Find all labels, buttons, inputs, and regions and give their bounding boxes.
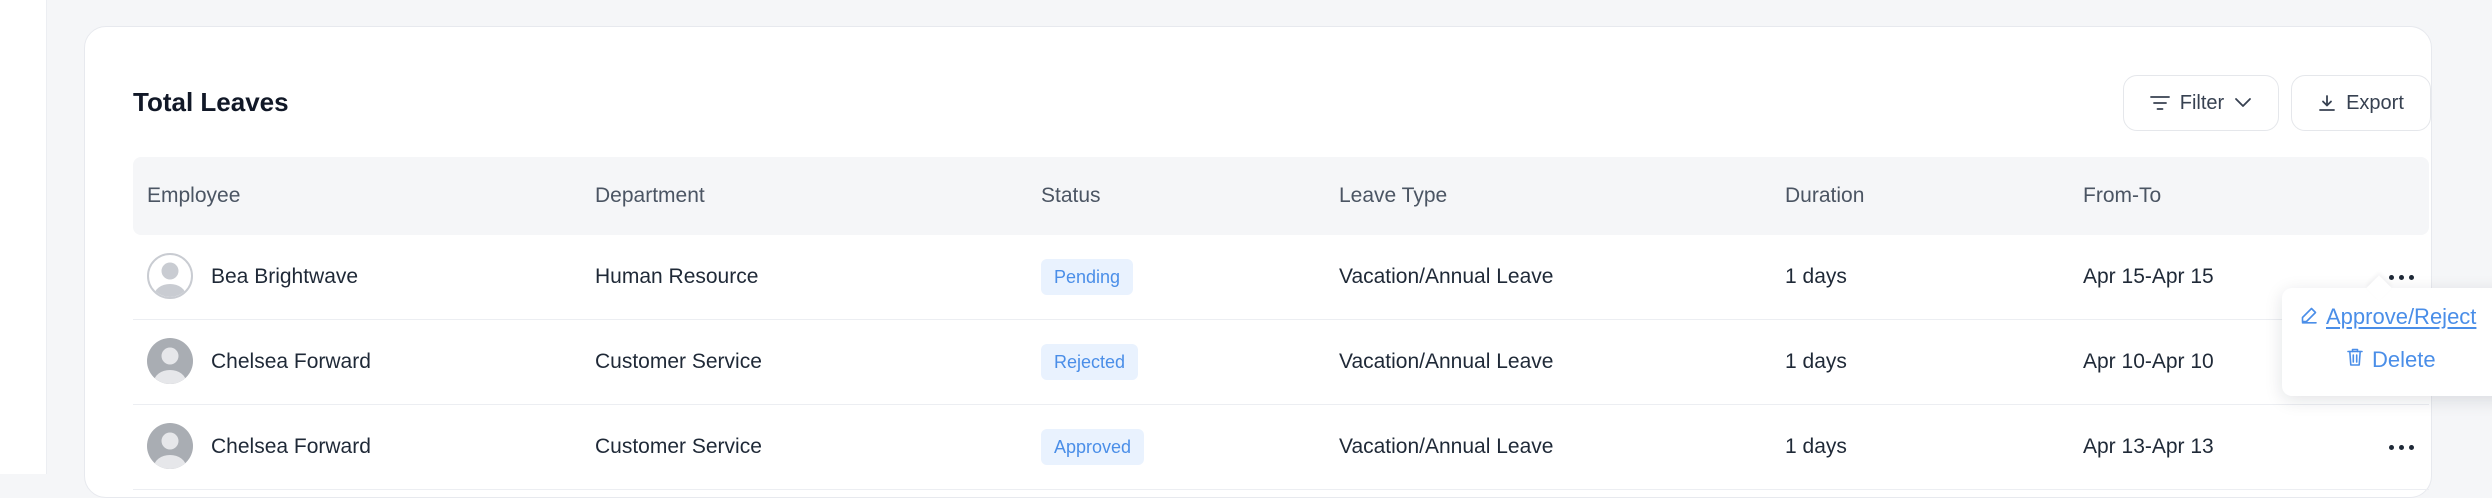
row-actions-popover: Approve/Reject Delete xyxy=(2282,275,2492,396)
table-header: Employee Department Status Leave Type Du… xyxy=(133,157,2429,235)
status-badge: Rejected xyxy=(1041,344,1139,380)
export-label: Export xyxy=(2346,91,2404,114)
col-duration[interactable]: Duration xyxy=(1785,185,1864,207)
filter-button[interactable]: Filter xyxy=(2123,75,2279,131)
col-department[interactable]: Department xyxy=(595,185,705,207)
table-row: Chelsea Forward Customer Service Approve… xyxy=(133,405,2429,490)
filter-lines-icon xyxy=(2149,95,2170,111)
avatar xyxy=(147,253,193,299)
department: Customer Service xyxy=(595,435,762,458)
filter-label: Filter xyxy=(2179,91,2225,114)
trash-icon xyxy=(2346,347,2364,373)
date-range: Apr 13-Apr 13 xyxy=(2083,435,2214,458)
table-row: Bea Brightwave Human Resource Pending Va… xyxy=(133,235,2429,320)
col-leave-type[interactable]: Leave Type xyxy=(1339,185,1447,207)
leave-type: Vacation/Annual Leave xyxy=(1339,435,1554,458)
date-range: Apr 10-Apr 10 xyxy=(2083,350,2214,373)
col-employee[interactable]: Employee xyxy=(147,185,240,207)
employee-name: Chelsea Forward xyxy=(211,435,371,458)
delete-label: Delete xyxy=(2372,347,2436,372)
card-title: Total Leaves xyxy=(133,87,289,117)
download-icon xyxy=(2318,94,2336,112)
avatar xyxy=(147,338,193,384)
pencil-icon xyxy=(2300,304,2318,330)
col-status[interactable]: Status xyxy=(1041,185,1101,207)
status-badge: Pending xyxy=(1041,259,1134,295)
more-horizontal-icon[interactable] xyxy=(2381,433,2421,461)
approve-reject-menu-item[interactable]: Approve/Reject xyxy=(2300,304,2476,330)
department: Human Resource xyxy=(595,265,759,288)
avatar xyxy=(147,423,193,469)
duration: 1 days xyxy=(1785,265,1847,288)
export-button[interactable]: Export xyxy=(2291,75,2431,131)
leave-type: Vacation/Annual Leave xyxy=(1339,265,1554,288)
leaves-card: Total Leaves Filter Export Employee Depa… xyxy=(84,26,2432,498)
department: Customer Service xyxy=(595,350,762,373)
employee-name: Bea Brightwave xyxy=(211,265,359,288)
employee-name: Chelsea Forward xyxy=(211,350,371,373)
chevron-down-icon xyxy=(2234,97,2252,109)
approve-reject-label: Approve/Reject xyxy=(2326,304,2477,329)
leave-type: Vacation/Annual Leave xyxy=(1339,350,1554,373)
table-row: Chelsea Forward Customer Service Rejecte… xyxy=(133,320,2429,405)
col-from-to[interactable]: From-To xyxy=(2083,185,2161,207)
left-sidebar-edge xyxy=(0,0,47,474)
delete-menu-item[interactable]: Delete xyxy=(2346,347,2436,373)
date-range: Apr 15-Apr 15 xyxy=(2083,265,2214,288)
duration: 1 days xyxy=(1785,350,1847,373)
status-badge: Approved xyxy=(1041,429,1145,465)
duration: 1 days xyxy=(1785,435,1847,458)
